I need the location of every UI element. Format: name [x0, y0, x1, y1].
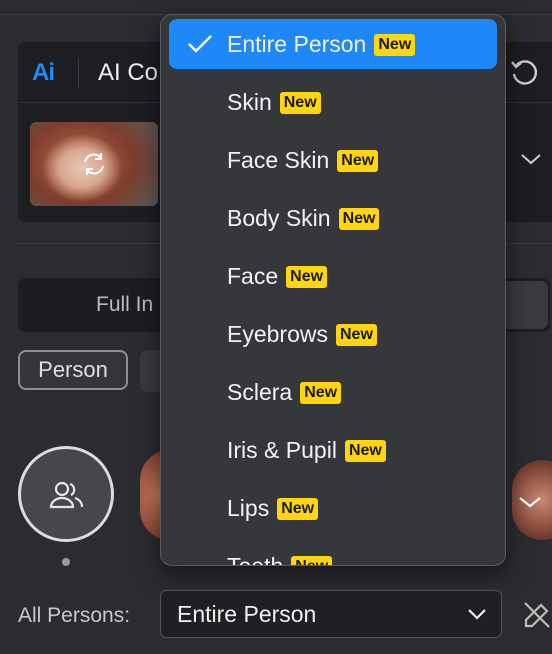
- menu-item-label: Eyebrows New: [227, 321, 377, 348]
- all-persons-label: All Persons:: [18, 604, 131, 627]
- menu-item-lips[interactable]: Lips New: [169, 483, 497, 533]
- chevron-down-icon: [467, 607, 487, 626]
- new-badge: New: [300, 382, 342, 404]
- new-badge: New: [337, 150, 379, 172]
- new-badge: New: [338, 208, 380, 230]
- menu-item-label: Face Skin New: [227, 147, 379, 174]
- menu-item-eyebrows[interactable]: Eyebrows New: [169, 309, 497, 359]
- region-select[interactable]: Entire Person: [160, 590, 502, 638]
- menu-item-entire-person[interactable]: Entire Person New: [169, 19, 497, 69]
- edit-icon[interactable]: [522, 600, 552, 635]
- menu-item-sclera[interactable]: Sclera New: [169, 367, 497, 417]
- refresh-icon[interactable]: [508, 56, 540, 93]
- chevron-down-icon[interactable]: [518, 494, 542, 515]
- menu-item-skin[interactable]: Skin New: [169, 77, 497, 127]
- header-separator: [78, 58, 79, 88]
- menu-item-label: Lips New: [227, 495, 319, 522]
- menu-item-label: Iris & Pupil New: [227, 437, 386, 464]
- select-value: Entire Person: [177, 601, 317, 627]
- new-badge: New: [286, 266, 328, 288]
- new-badge: New: [374, 34, 416, 56]
- photo-thumbnail[interactable]: [30, 122, 158, 206]
- person-chip[interactable]: Person: [18, 350, 128, 390]
- menu-item-label: Skin New: [227, 89, 321, 116]
- page-indicator-dot: [62, 558, 70, 566]
- new-badge: New: [335, 324, 377, 346]
- new-badge: New: [277, 498, 319, 520]
- menu-item-body-skin[interactable]: Body Skin New: [169, 193, 497, 243]
- region-dropdown-menu: Entire Person New Skin New Face Skin New Bo…: [160, 14, 506, 566]
- menu-item-teeth[interactable]: TeethNew: [169, 541, 497, 565]
- menu-item-face-skin[interactable]: Face Skin New: [169, 135, 497, 185]
- menu-item-label: Entire Person New: [227, 31, 416, 58]
- new-badge: New: [279, 92, 321, 114]
- checkmark-icon: [187, 33, 213, 60]
- chevron-down-icon[interactable]: [520, 152, 542, 171]
- menu-item-label: Face New: [227, 263, 328, 290]
- persons-icon: [49, 479, 85, 516]
- rotate-icon: [80, 150, 108, 183]
- menu-item-label: Body Skin New: [227, 205, 380, 232]
- tab-full-image[interactable]: Full In: [96, 293, 153, 317]
- new-badge: New: [291, 556, 333, 565]
- menu-item-face[interactable]: Face New: [169, 251, 497, 301]
- menu-item-label: TeethNew: [227, 553, 333, 565]
- ai-logo: Ai: [32, 59, 55, 86]
- panel-title: AI Co: [98, 59, 159, 86]
- all-persons-avatar[interactable]: [18, 446, 114, 542]
- menu-item-label: Sclera New: [227, 379, 342, 406]
- new-badge: New: [344, 440, 386, 462]
- menu-item-iris-pupil[interactable]: Iris & Pupil New: [169, 425, 497, 475]
